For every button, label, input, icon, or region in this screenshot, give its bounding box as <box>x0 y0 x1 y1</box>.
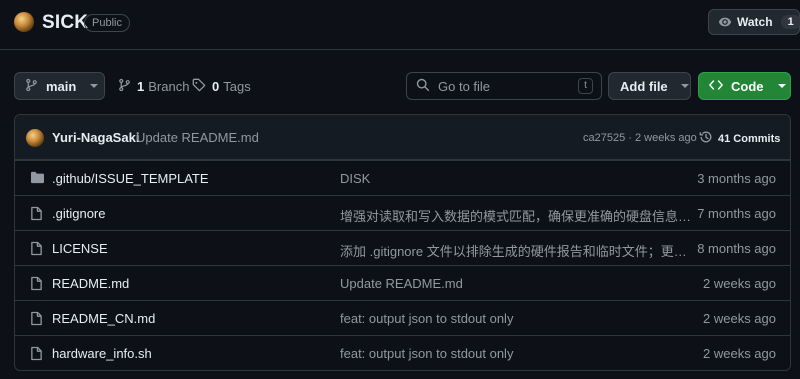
file-name[interactable]: .github/ISSUE_TEMPLATE <box>52 171 209 186</box>
repo-name[interactable]: SICK <box>42 12 88 34</box>
search-icon <box>416 78 430 95</box>
file-name[interactable]: .gitignore <box>52 206 105 221</box>
table-row: LICENSE 添加 .gitignore 文件以排除生成的硬件报告和临时文件；… <box>15 230 790 265</box>
code-label: Code <box>731 78 764 94</box>
file-name[interactable]: README_CN.md <box>52 311 155 326</box>
file-name[interactable]: hardware_info.sh <box>52 346 152 361</box>
chevron-down-icon <box>680 84 689 88</box>
file-date: 2 weeks ago <box>703 311 776 326</box>
code-icon <box>709 79 723 94</box>
file-commit-message[interactable]: feat: output json to stdout only <box>340 346 513 361</box>
history-icon <box>699 130 713 147</box>
file-icon <box>30 276 43 291</box>
table-row: hardware_info.sh feat: output json to st… <box>15 335 790 370</box>
file-name[interactable]: LICENSE <box>52 241 108 256</box>
add-file-button[interactable]: Add file <box>608 72 691 100</box>
file-commit-message[interactable]: Update README.md <box>340 276 463 291</box>
commit-hash-time[interactable]: ca27525 · 2 weeks ago <box>583 132 697 144</box>
branch-selector-button[interactable]: main <box>14 72 105 100</box>
file-date: 7 months ago <box>697 206 776 221</box>
latest-commit-bar: Yuri-NagaSaki Update README.md ca27525 ·… <box>15 115 790 160</box>
file-icon <box>30 346 43 361</box>
repo-owner-avatar[interactable] <box>14 12 34 32</box>
watch-label: Watch <box>737 15 773 29</box>
table-row: .gitignore 增强对读取和写入数据的模式匹配，确保更准确的硬盘信息… 7… <box>15 195 790 230</box>
commit-message[interactable]: Update README.md <box>136 130 259 145</box>
file-commit-message[interactable]: feat: output json to stdout only <box>340 311 513 326</box>
go-to-file-input[interactable] <box>438 78 568 94</box>
go-to-file-box: t <box>406 72 602 100</box>
watch-button[interactable]: Watch 1 <box>708 9 800 35</box>
branch-icon <box>25 78 38 95</box>
file-date: 8 months ago <box>697 241 776 256</box>
table-row: .github/ISSUE_TEMPLATE DISK 3 months ago <box>15 160 790 195</box>
table-row: README.md Update README.md 2 weeks ago <box>15 265 790 300</box>
visibility-badge: Public <box>84 14 130 32</box>
chevron-down-icon <box>777 84 786 88</box>
table-row: README_CN.md feat: output json to stdout… <box>15 300 790 335</box>
file-commit-message[interactable]: DISK <box>340 171 370 186</box>
file-date: 3 months ago <box>697 171 776 186</box>
branches-link[interactable]: 1 Branch <box>118 78 189 95</box>
commit-author[interactable]: Yuri-NagaSaki <box>52 130 139 145</box>
code-button[interactable]: Code <box>698 72 791 100</box>
commits-history-link[interactable]: 41 Commits <box>699 130 780 147</box>
add-file-label: Add file <box>620 78 668 94</box>
branch-icon <box>118 78 131 95</box>
branch-count: 1 <box>137 79 145 94</box>
file-name[interactable]: README.md <box>52 276 129 291</box>
file-date: 2 weeks ago <box>703 276 776 291</box>
file-list: Yuri-NagaSaki Update README.md ca27525 ·… <box>14 114 791 371</box>
tag-count: 0 <box>212 79 220 94</box>
branch-word: Branch <box>148 79 190 94</box>
file-icon <box>30 206 43 221</box>
shortcut-key: t <box>578 78 593 94</box>
file-commit-message[interactable]: 增强对读取和写入数据的模式匹配，确保更准确的硬盘信息… <box>340 206 691 225</box>
chevron-down-icon <box>90 84 99 88</box>
file-commit-message[interactable]: 添加 .gitignore 文件以排除生成的硬件报告和临时文件；更… <box>340 241 687 260</box>
watch-count: 1 <box>780 15 800 29</box>
tag-word: Tags <box>223 79 251 94</box>
folder-icon <box>30 171 45 184</box>
file-icon <box>30 311 43 326</box>
repo-header: SICK Public Watch 1 <box>0 0 800 50</box>
eye-icon <box>718 15 732 29</box>
avatar[interactable] <box>26 129 44 147</box>
file-date: 2 weeks ago <box>703 346 776 361</box>
file-icon <box>30 241 43 256</box>
branch-name: main <box>46 78 77 94</box>
tags-link[interactable]: 0 Tags <box>192 78 251 95</box>
tag-icon <box>192 78 206 95</box>
commits-count: 41 Commits <box>718 132 781 145</box>
